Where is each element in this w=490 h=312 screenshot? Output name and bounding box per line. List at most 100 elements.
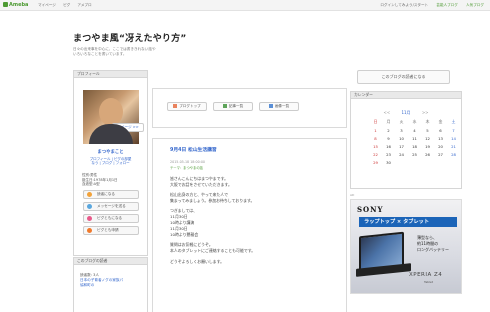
calendar-day[interactable]: 18 (408, 144, 421, 149)
top-nav-pig[interactable]: ピグ (63, 3, 70, 7)
entry-theme[interactable]: テーマ：まつやまの話 (170, 166, 203, 170)
top-nav-ameblo[interactable]: アメブロ (77, 3, 91, 7)
calendar-day (434, 160, 447, 165)
sony-logo: SONY (357, 205, 384, 214)
calendar-day[interactable]: 3 (395, 128, 408, 133)
profile-link-row[interactable]: なう | ブログ | フォロー (74, 161, 147, 166)
calendar-day[interactable]: 29 (369, 160, 382, 165)
profile-name[interactable]: まつやまこと (74, 150, 147, 156)
image-icon (268, 103, 273, 108)
entry-paragraph: 松山出身の方と、やって来た人で 集まってみましょう。参加お待ちしております。 (170, 192, 340, 204)
avatar[interactable] (83, 90, 139, 144)
send-message-button[interactable]: メッセージを送る (83, 202, 139, 212)
calendar-day[interactable]: 4 (408, 128, 421, 133)
calendar-weekday: 金 (438, 119, 443, 125)
readers-body: 読者数: 3人 日本の子育者ノグの家族パ 協和町の (73, 265, 148, 312)
pigtomo-button[interactable]: ピグともになる (83, 214, 139, 224)
become-reader-profile-button[interactable]: 読者になる (83, 190, 139, 200)
readers-box: このブログの読者 読者数: 3人 日本の子育者ノグの家族パ 協和町の (73, 257, 148, 312)
calendar-day[interactable]: 24 (395, 152, 408, 157)
calendar-day[interactable]: 17 (395, 144, 408, 149)
calendar-day[interactable]: 10 (395, 136, 408, 141)
profile-info: 性別:男性 誕生日:1978年1月1日 血液型:A型 (82, 173, 147, 187)
calendar-next[interactable]: >> (422, 110, 429, 115)
ameba-logo-icon (3, 2, 8, 7)
calendar-day[interactable]: 26 (421, 152, 434, 157)
article-list-button[interactable]: 記事一覧 (213, 102, 253, 111)
calendar-day[interactable]: 15 (369, 144, 382, 149)
calendar-day[interactable]: 5 (421, 128, 434, 133)
button-label: 画像一覧 (274, 104, 290, 108)
top-nav-mypage[interactable]: マイページ (38, 3, 56, 7)
calendar-day[interactable]: 13 (434, 136, 447, 141)
calendar-day[interactable]: 19 (421, 144, 434, 149)
pig-request-icon (87, 228, 92, 234)
ameba-logo[interactable]: Ameba (3, 2, 28, 9)
calendar-day[interactable]: 12 (421, 136, 434, 141)
list-icon (222, 103, 227, 108)
calendar-day[interactable]: 7 (447, 128, 460, 133)
entry-line: 集まってみましょう。参加お待ちしております。 (170, 198, 255, 204)
calendar-month-nav: << 11月 >> (351, 110, 461, 115)
profile-links: プロフィール | ピグの部屋 なう | ブログ | フォロー (74, 157, 147, 166)
calendar-day[interactable]: 22 (369, 152, 382, 157)
calendar-day[interactable]: 16 (382, 144, 395, 149)
blog-nav-box: ブログトップ 記事一覧 画像一覧 (152, 88, 347, 128)
celebrity-blog-link[interactable]: 芸能人ブログ (436, 3, 458, 7)
ad-label: AD (350, 193, 355, 197)
calendar-header: カレンダー (350, 91, 462, 99)
button-label: ピグともになる (97, 216, 123, 221)
sony-ad-banner[interactable]: SONY ラップトップ × タブレット 薄型なら、 約11時間の ロングバッテリ… (350, 199, 462, 294)
blog-description: 日々の出来事を中心に、ここでは書ききれない話や いろいろなことを書いています。 (73, 47, 293, 57)
entry-line: 11月30日 (170, 214, 188, 220)
reader-icon (87, 192, 92, 198)
popular-blog-link[interactable]: 人気ブログ (466, 3, 484, 7)
calendar-day[interactable]: 21 (447, 144, 460, 149)
calendar-day[interactable]: 11 (408, 136, 421, 141)
calendar-day[interactable]: 6 (434, 128, 447, 133)
pig-icon (87, 216, 92, 222)
calendar-day (447, 160, 460, 165)
calendar-grid: 日月火水木金土 1 2 3 4 5 6 7 8 9 10 11 12 13 14 15 16 17 18 19 20 21… (369, 119, 461, 165)
ad-copy-line: ロングバッテリー (417, 246, 449, 252)
reader-link[interactable]: 協和町の (80, 283, 147, 288)
entry-paragraph: つぎましては、 11月30日 10時より講演 11月30日 10時より懇親会 (170, 208, 340, 238)
calendar-day[interactable]: 14 (447, 136, 460, 141)
calendar-day (395, 160, 408, 165)
entry-line: 大阪でお話をさせていただきます。 (170, 182, 232, 188)
top-nav: マイページ ピグ アメブロ (38, 3, 98, 8)
calendar-weekday: 火 (399, 119, 404, 125)
entry-date: 2015-05-18 18:00:00 (170, 160, 206, 164)
profile-box: まつやまこと プロフィール | ピグの部屋 なう | ブログ | フォロー 性別… (73, 78, 148, 256)
calendar-day[interactable]: 2 (382, 128, 395, 133)
login-link[interactable]: ログインしてみよう/スタート (380, 3, 428, 7)
calendar-day[interactable]: 1 (369, 128, 382, 133)
entry-line: 10時より懇親会 (170, 232, 199, 238)
calendar-day[interactable]: 9 (382, 136, 395, 141)
entry-title[interactable]: 9月4日 松山生活講習 (170, 148, 217, 154)
calendar-day[interactable]: 23 (382, 152, 395, 157)
calendar-column: カレンダー << 11月 >> 日月火水木金土 1 2 3 4 5 6 7 8 9 10 11 12 13… (350, 91, 462, 189)
entry-body: 皆さんこんにちはまつやまです。 大阪でお話をさせていただきます。 松山出身の方と、… (170, 176, 340, 269)
calendar-prev[interactable]: << (383, 110, 390, 115)
calendar-month: 11月 (401, 110, 411, 115)
calendar-day[interactable]: 8 (369, 136, 382, 141)
entry-line: 皆さんこんにちはまつやまです。 (170, 176, 228, 181)
become-reader-button[interactable]: このブログの読者になる (357, 70, 450, 84)
image-list-button[interactable]: 画像一覧 (259, 102, 299, 111)
calendar-day[interactable]: 28 (447, 152, 460, 157)
pigtomo-request-button[interactable]: ピグとも申請 (83, 226, 139, 236)
blog-top-button[interactable]: ブログトップ (167, 102, 207, 111)
top-bar: Ameba マイページ ピグ アメブロ ログインしてみよう/スタート 芸能人ブロ… (0, 0, 490, 11)
calendar-day[interactable]: 27 (434, 152, 447, 157)
blog-description-line: いろいろなことを書いています。 (73, 52, 127, 57)
calendar-day (408, 160, 421, 165)
calendar-day[interactable]: 20 (434, 144, 447, 149)
blog-title[interactable]: まつやま風“冴えたやり方” (73, 33, 186, 45)
entry-line: 11月30日 (170, 226, 188, 232)
top-right-links: ログインしてみよう/スタート 芸能人ブログ 人気ブログ (373, 3, 484, 8)
calendar-day[interactable]: 30 (382, 160, 395, 165)
home-icon (173, 103, 178, 108)
calendar-day[interactable]: 25 (408, 152, 421, 157)
calendar: << 11月 >> 日月火水木金土 1 2 3 4 5 6 7 8 9 10 11 12 13 14 15 16… (350, 99, 462, 189)
